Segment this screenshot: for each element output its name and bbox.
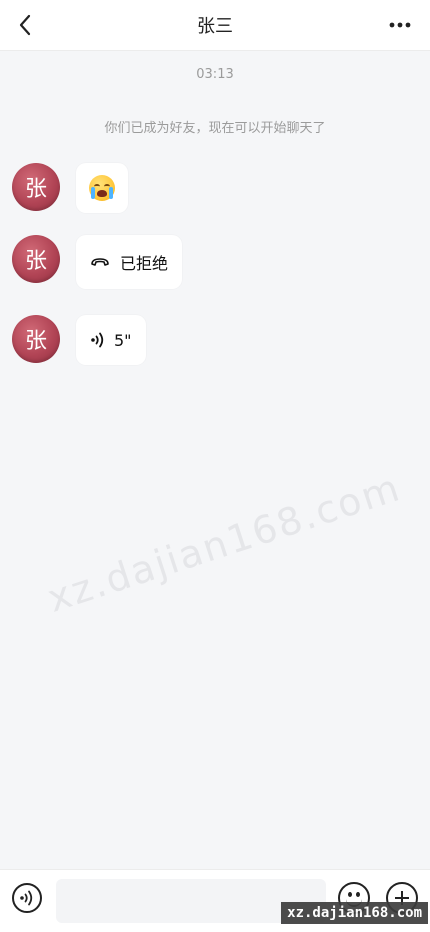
voice-input-icon[interactable] — [12, 883, 42, 913]
avatar[interactable]: 张 — [12, 163, 60, 211]
back-icon[interactable] — [12, 12, 38, 38]
message-row: 张 — [12, 163, 128, 213]
call-status-text: 已拒绝 — [120, 254, 169, 273]
voice-wave-icon — [90, 331, 106, 349]
system-message: 你们已成为好友，现在可以开始聊天了 — [104, 121, 326, 136]
voice-duration: 5" — [114, 330, 132, 350]
chat-header: 张三 — [0, 0, 430, 51]
emoji-message-bubble[interactable] — [76, 163, 128, 213]
input-bar: xz.dajian168.com — [0, 869, 430, 932]
crying-face-emoji-icon — [89, 175, 115, 201]
message-row: 张 5" — [12, 315, 146, 365]
avatar[interactable]: 张 — [12, 315, 60, 363]
corner-watermark-badge: xz.dajian168.com — [281, 902, 428, 924]
phone-hangup-icon — [90, 256, 110, 268]
call-message-bubble[interactable]: 已拒绝 — [76, 235, 183, 289]
message-timestamp: 03:13 — [196, 67, 234, 82]
more-options-icon[interactable] — [388, 12, 412, 38]
avatar[interactable]: 张 — [12, 235, 60, 283]
message-row: 张 已拒绝 — [12, 235, 183, 289]
chat-area[interactable]: 03:13 你们已成为好友，现在可以开始聊天了 张 张 已拒绝 张 5" xz.… — [0, 51, 430, 870]
avatar-initial: 张 — [24, 329, 47, 354]
voice-message-bubble[interactable]: 5" — [76, 315, 146, 365]
avatar-initial: 张 — [24, 249, 47, 274]
chat-title: 张三 — [197, 16, 233, 37]
watermark: xz.dajian168.com — [42, 465, 406, 621]
avatar-initial: 张 — [24, 177, 47, 202]
